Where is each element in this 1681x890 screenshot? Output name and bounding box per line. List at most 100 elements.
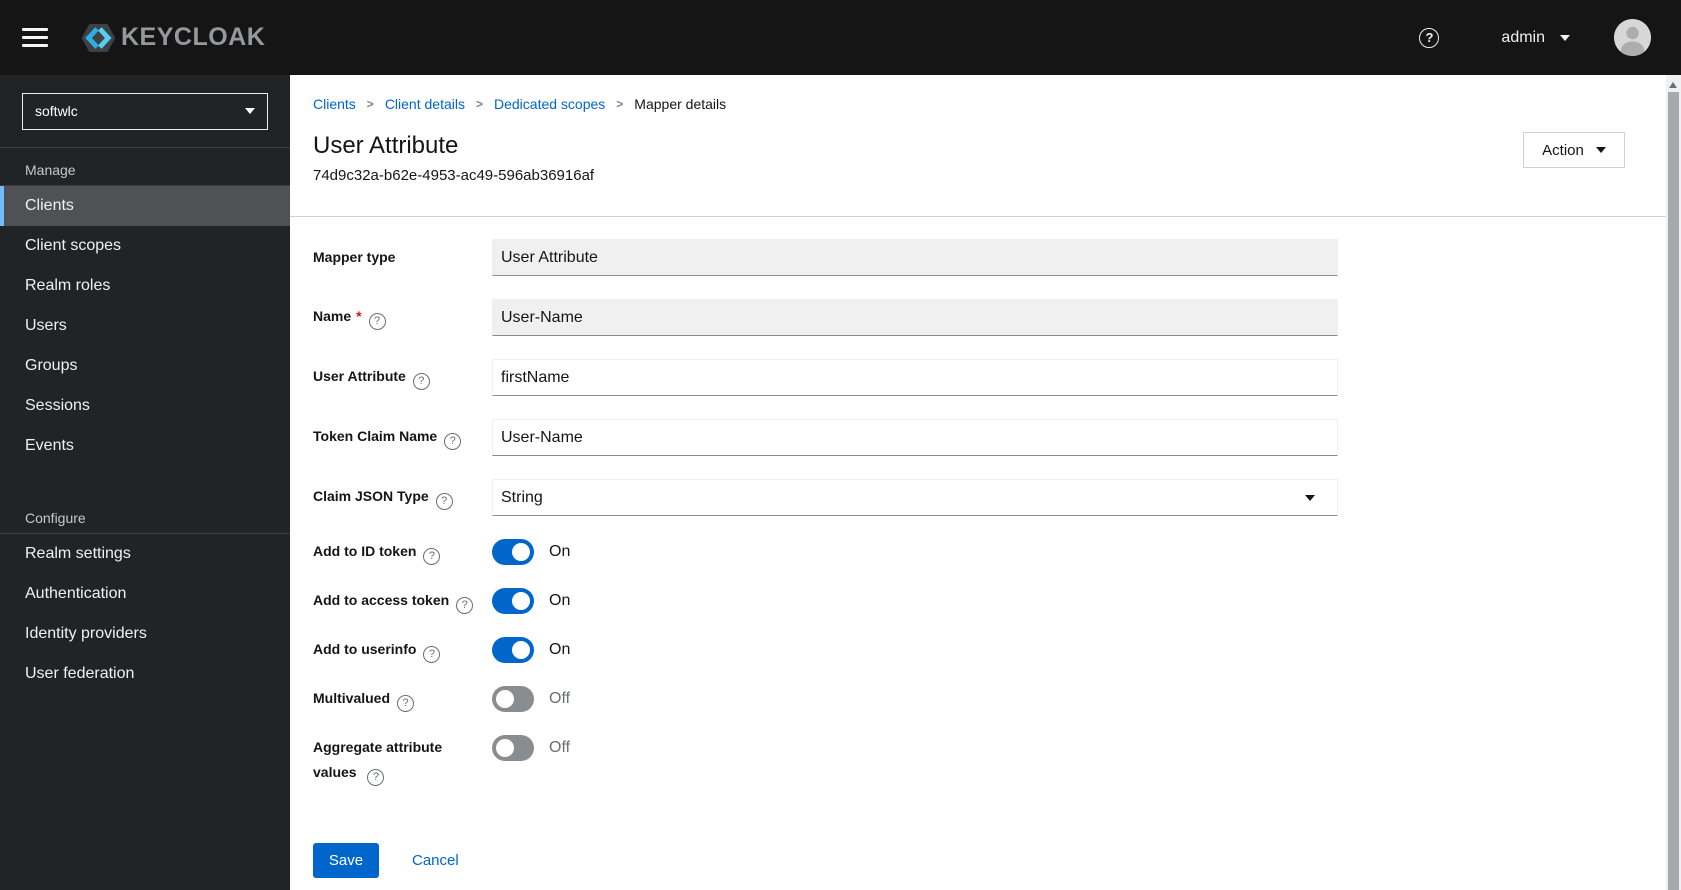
sidebar: softwlc Manage Clients Client scopes Rea…: [0, 75, 290, 890]
switch-knob: [496, 690, 514, 708]
add-to-id-token-switch[interactable]: [492, 539, 534, 565]
question-circle-icon[interactable]: [435, 492, 453, 510]
add-to-userinfo-row: Add to userinfo On: [313, 637, 1666, 663]
user-menu[interactable]: admin: [1501, 29, 1570, 47]
switch-knob: [496, 739, 514, 757]
main-content: Clients Client details Dedicated scopes …: [290, 75, 1666, 890]
masthead-toolbar: admin: [1419, 19, 1651, 56]
user-attribute-input[interactable]: [492, 359, 1338, 396]
switch-knob: [512, 592, 530, 610]
save-button[interactable]: Save: [313, 843, 379, 878]
aggregate-attribute-values-switch[interactable]: [492, 735, 534, 761]
field-label: Claim JSON Type: [313, 486, 492, 510]
field-label: User Attribute: [313, 366, 492, 390]
sidebar-item-client-scopes[interactable]: Client scopes: [0, 226, 290, 266]
header-divider: [290, 216, 1666, 217]
chevron-right-icon: [367, 96, 374, 112]
field-label: Add to userinfo: [313, 637, 492, 663]
add-to-access-token-row: Add to access token On: [313, 588, 1666, 614]
switch-state-label: On: [549, 592, 571, 609]
page-title: User Attribute: [313, 132, 459, 159]
switch-state-label: On: [549, 641, 571, 658]
mapper-form: Mapper type Name* User Attribute Token C…: [313, 239, 1666, 878]
switch-knob: [512, 641, 530, 659]
caret-down-icon: [1305, 494, 1315, 501]
avatar[interactable]: [1614, 19, 1651, 56]
switch-knob: [512, 543, 530, 561]
question-circle-icon[interactable]: [456, 597, 474, 614]
realm-selector-region: softwlc: [0, 75, 290, 148]
question-circle-icon[interactable]: [423, 646, 441, 663]
user-name: admin: [1501, 28, 1545, 46]
breadcrumb-link-dedicated-scopes[interactable]: Dedicated scopes: [494, 96, 605, 112]
question-circle-icon[interactable]: [423, 548, 441, 565]
app-window: KEYCLOAK admin softwlc: [0, 0, 1681, 890]
question-circle-icon[interactable]: [397, 695, 415, 712]
sidebar-item-sessions[interactable]: Sessions: [0, 386, 290, 426]
user-avatar-icon: [1614, 19, 1651, 56]
switch-state-label: On: [549, 543, 571, 560]
nav-section-manage: Manage Clients Client scopes Realm roles…: [0, 148, 290, 466]
aggregate-attribute-values-row: Aggregate attribute values Off: [313, 735, 1666, 786]
scrollbar-up-arrow-icon[interactable]: [1669, 82, 1677, 88]
field-label: Mapper type: [313, 249, 396, 265]
add-to-id-token-row: Add to ID token On: [313, 539, 1666, 565]
sidebar-item-realm-roles[interactable]: Realm roles: [0, 266, 290, 306]
scrollbar-thumb[interactable]: [1668, 92, 1679, 890]
nav-section-configure: Configure Realm settings Authentication …: [0, 496, 290, 694]
mapper-id: 74d9c32a-b62e-4953-ac49-596ab36916af: [313, 167, 595, 184]
name-row: Name *: [313, 299, 1666, 336]
sidebar-item-realm-settings[interactable]: Realm settings: [0, 534, 290, 574]
realm-select[interactable]: softwlc: [22, 92, 268, 130]
cancel-link[interactable]: Cancel: [412, 852, 459, 869]
breadcrumb-current-mapper-details: Mapper details: [634, 96, 727, 112]
nav-section-title: Manage: [0, 148, 290, 186]
question-circle-icon[interactable]: [368, 312, 386, 330]
token-claim-name-row: Token Claim Name: [313, 419, 1666, 456]
brand-text: KEYCLOAK: [121, 23, 266, 51]
sidebar-item-identity-providers[interactable]: Identity providers: [0, 614, 290, 654]
action-dropdown-button[interactable]: Action: [1523, 132, 1625, 168]
sidebar-item-events[interactable]: Events: [0, 426, 290, 466]
caret-down-icon: [1595, 147, 1606, 153]
switch-state-label: Off: [549, 739, 571, 756]
sidebar-item-clients[interactable]: Clients: [0, 186, 290, 226]
mapper-type-input: [492, 239, 1338, 276]
breadcrumb: Clients Client details Dedicated scopes …: [313, 96, 1666, 112]
field-label: Multivalued: [313, 686, 492, 712]
switch-state-label: Off: [549, 690, 571, 707]
keycloak-logo-icon: [81, 23, 116, 52]
field-label: Token Claim Name: [313, 426, 492, 450]
required-asterisk: *: [356, 307, 362, 324]
field-label: Aggregate attribute values: [313, 735, 492, 786]
add-to-userinfo-switch[interactable]: [492, 637, 534, 663]
sidebar-item-users[interactable]: Users: [0, 306, 290, 346]
vertical-scrollbar[interactable]: [1666, 75, 1681, 890]
sidebar-item-user-federation[interactable]: User federation: [0, 654, 290, 694]
user-attribute-row: User Attribute: [313, 359, 1666, 396]
multivalued-switch[interactable]: [492, 686, 534, 712]
claim-json-type-row: Claim JSON Type String: [313, 479, 1666, 516]
breadcrumb-link-clients[interactable]: Clients: [313, 96, 356, 112]
chevron-right-icon: [476, 96, 483, 112]
question-circle-icon[interactable]: [444, 432, 462, 450]
claim-json-type-select[interactable]: String: [492, 479, 1338, 516]
field-label: Add to access token: [313, 588, 492, 614]
keycloak-logo[interactable]: KEYCLOAK: [76, 17, 265, 59]
nav-section-title: Configure: [0, 496, 290, 534]
help-icon[interactable]: [1419, 27, 1440, 48]
caret-down-icon: [1560, 34, 1570, 41]
field-label: Name *: [313, 306, 492, 330]
multivalued-row: Multivalued Off: [313, 686, 1666, 712]
form-buttons: Save Cancel: [313, 843, 1666, 878]
sidebar-item-groups[interactable]: Groups: [0, 346, 290, 386]
add-to-access-token-switch[interactable]: [492, 588, 534, 614]
question-circle-icon[interactable]: [412, 372, 430, 390]
field-label: Add to ID token: [313, 539, 492, 565]
nav-toggle-icon[interactable]: [22, 28, 48, 47]
breadcrumb-link-client-details[interactable]: Client details: [385, 96, 465, 112]
question-circle-icon[interactable]: [367, 769, 385, 786]
sidebar-item-authentication[interactable]: Authentication: [0, 574, 290, 614]
token-claim-name-input[interactable]: [492, 419, 1338, 456]
chevron-right-icon: [616, 96, 623, 112]
